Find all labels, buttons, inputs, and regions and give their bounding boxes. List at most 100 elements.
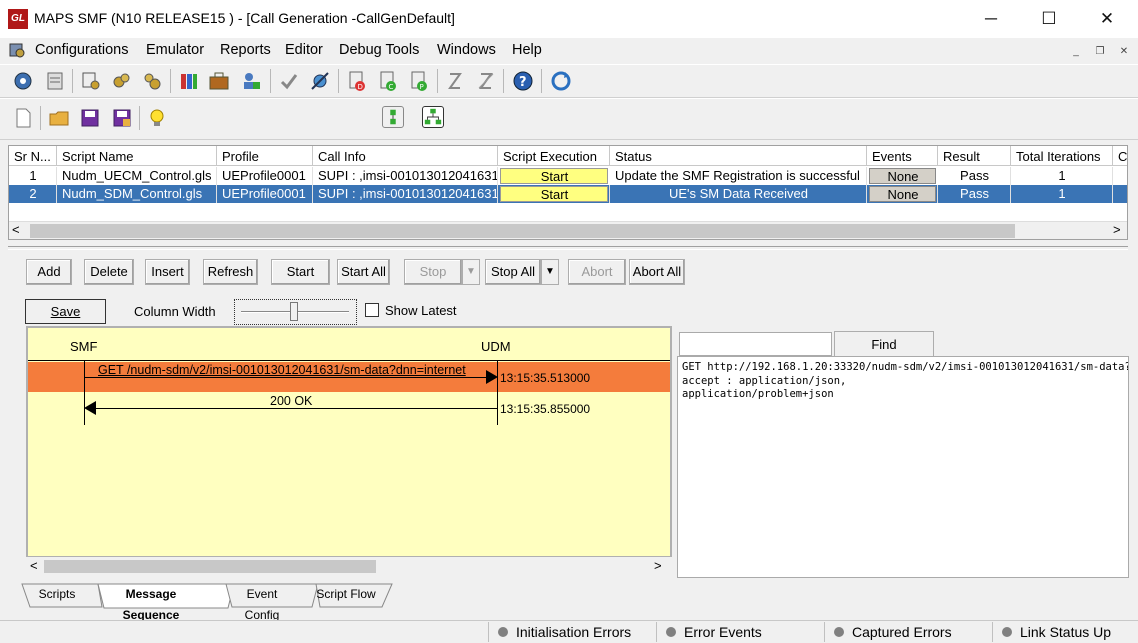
slider-thumb[interactable] [290,302,298,321]
status-initialisation-errors[interactable]: Initialisation Errors [498,624,631,640]
column-header-sr[interactable]: Sr N... [9,146,57,166]
mdi-close-button[interactable]: ✕ [1114,43,1134,61]
status-captured-errors[interactable]: Captured Errors [834,624,952,640]
refresh-button[interactable]: Refresh [203,259,258,285]
status-label: Captured Errors [852,624,952,640]
column-header-call-info[interactable]: Call Info [313,146,498,166]
message-detail-text[interactable]: GET http://192.168.1.20:33320/nudm-sdm/v… [677,356,1129,578]
checkmark-tool-icon[interactable] [278,70,300,92]
menu-windows[interactable]: Windows [437,42,496,58]
menu-configurations[interactable]: Configurations [35,42,129,58]
scroll-left-arrow-icon[interactable]: < [12,222,20,237]
scroll-right-arrow-icon[interactable]: > [1113,222,1121,237]
briefcase-icon[interactable] [208,70,230,92]
profile-editor-icon[interactable] [80,70,102,92]
status-link-status[interactable]: Link Status Up [1002,624,1111,640]
help-icon[interactable]: ? [512,70,534,92]
tab-scripts[interactable]: Scripts [34,584,80,606]
document-d-icon[interactable]: D [346,70,368,92]
toolbar-separator [139,106,140,130]
abort-button[interactable]: Abort [568,259,626,285]
find-input[interactable] [679,332,832,356]
status-indicator-icon [498,627,508,637]
lightbulb-icon[interactable] [146,107,168,129]
delete-button[interactable]: Delete [84,259,134,285]
cell-call-info: SUPI : ,imsi-001013012041631 [313,167,498,185]
column-header-total-iterations[interactable]: Total Iterations [1011,146,1113,166]
menu-help[interactable]: Help [512,42,542,58]
status-indicator-icon [666,627,676,637]
document-p-icon[interactable]: P [408,70,430,92]
arrow-right-icon [486,370,498,384]
start-button[interactable]: Start [271,259,330,285]
toolbar-separator [72,69,73,93]
column-header-c[interactable]: C [1113,146,1127,166]
tab-message-sequence[interactable]: Message Sequence [96,584,206,622]
tab-event-config[interactable]: Event Config [228,584,296,622]
start-script-button[interactable]: Start [500,186,608,202]
sequence-scroll-thumb[interactable] [44,560,376,573]
tree-layout-icon[interactable] [422,106,444,128]
vertical-layout-icon[interactable] [382,106,404,128]
start-all-button[interactable]: Start All [337,259,390,285]
status-separator [824,622,825,642]
refresh-icon[interactable] [550,70,572,92]
grid-scroll-thumb[interactable] [30,224,1015,238]
stop-all-button[interactable]: Stop All [485,259,541,285]
column-header-script-execution[interactable]: Script Execution [498,146,610,166]
cell-status: Update the SMF Registration is successfu… [610,167,867,185]
find-button[interactable]: Find [834,331,934,358]
save-as-icon[interactable] [111,107,133,129]
menu-emulator[interactable]: Emulator [146,42,204,58]
show-latest-checkbox[interactable] [365,303,379,317]
column-header-status[interactable]: Status [610,146,867,166]
connect-icon[interactable] [444,70,466,92]
open-folder-icon[interactable] [48,107,70,129]
pane-splitter[interactable] [8,246,1128,250]
start-script-button[interactable]: Start [500,168,608,184]
disconnect-icon[interactable] [475,70,497,92]
stop-dropdown-icon[interactable]: ▼ [462,259,480,285]
scroll-left-arrow-icon[interactable]: < [30,558,38,573]
new-file-icon[interactable] [12,107,34,129]
maximize-button[interactable]: ☐ [1020,0,1078,38]
status-indicator-icon [1002,627,1012,637]
gears-alt-icon[interactable] [141,70,163,92]
cell-c-bg [1113,185,1127,203]
stop-all-dropdown-icon[interactable]: ▼ [541,259,559,285]
gear-icon[interactable] [12,70,34,92]
menu-editor[interactable]: Editor [285,42,323,58]
cell-iterations: 1 [1011,167,1113,185]
status-error-events[interactable]: Error Events [666,624,762,640]
toolbar-separator [338,69,339,93]
column-header-events[interactable]: Events [867,146,938,166]
menu-debug-tools[interactable]: Debug Tools [339,42,419,58]
script-list-icon[interactable] [44,70,66,92]
save-icon[interactable] [79,107,101,129]
column-header-profile[interactable]: Profile [217,146,313,166]
events-button[interactable]: None [869,168,936,184]
add-button[interactable]: Add [26,259,72,285]
mdi-restore-button[interactable]: ❐ [1090,43,1110,61]
menu-reports[interactable]: Reports [220,42,271,58]
toolbar-separator [503,69,504,93]
events-button[interactable]: None [869,186,936,202]
save-button[interactable]: Save [25,299,106,324]
svg-text:?: ? [519,75,527,90]
abort-all-button[interactable]: Abort All [629,259,685,285]
user-lock-icon[interactable] [240,70,262,92]
column-header-script-name[interactable]: Script Name [57,146,217,166]
mdi-minimize-button[interactable]: _ [1066,43,1086,61]
stop-button[interactable]: Stop [404,259,462,285]
column-header-result[interactable]: Result [938,146,1011,166]
document-c-icon[interactable]: C [377,70,399,92]
satellite-icon[interactable] [309,70,331,92]
cell-profile: UEProfile0001 [217,185,313,203]
tab-script-flow[interactable]: Script Flow [316,584,376,606]
insert-button[interactable]: Insert [145,259,190,285]
minimize-button[interactable]: ─ [962,0,1020,38]
scroll-right-arrow-icon[interactable]: > [654,558,662,573]
gears-icon[interactable] [110,70,132,92]
books-icon[interactable] [178,70,200,92]
close-button[interactable]: ✕ [1078,0,1136,38]
